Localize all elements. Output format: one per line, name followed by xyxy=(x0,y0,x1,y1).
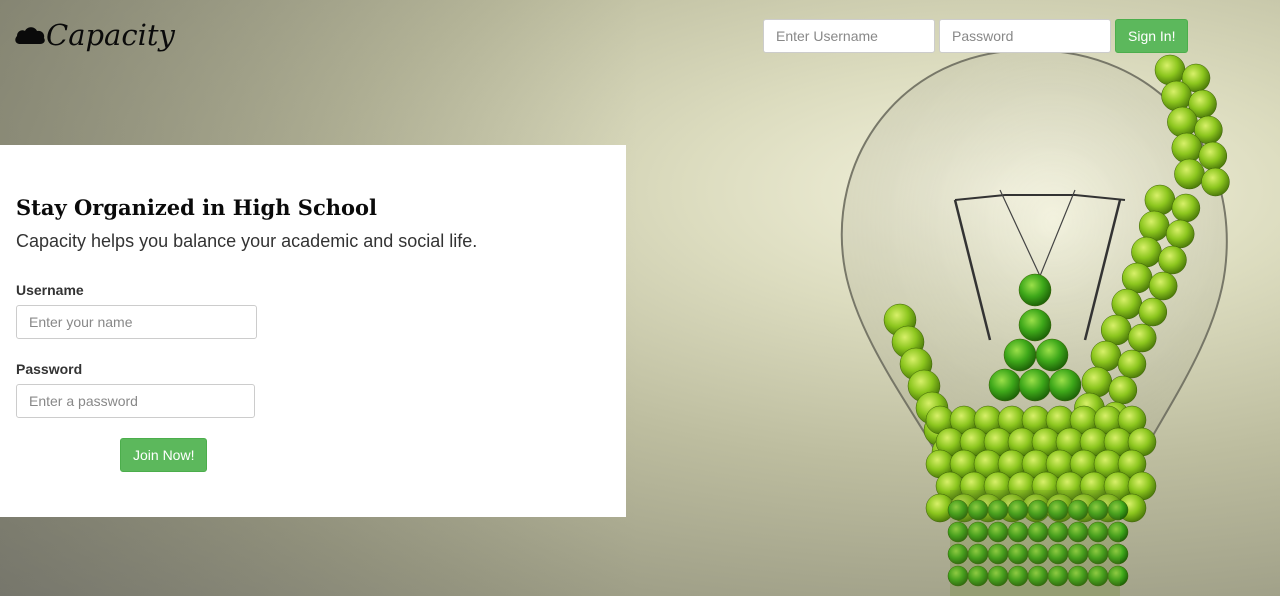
username-label: Username xyxy=(16,282,84,298)
signin-username-input[interactable] xyxy=(763,19,935,53)
brand-logo[interactable]: Capacity xyxy=(14,18,175,52)
signup-card: Stay Organized in High School Capacity h… xyxy=(0,145,626,517)
signin-button[interactable]: Sign In! xyxy=(1115,19,1189,53)
lightbulb-apples-image xyxy=(840,48,1230,596)
cloud-icon xyxy=(15,27,45,44)
join-now-button[interactable]: Join Now! xyxy=(120,438,208,472)
signin-password-input[interactable] xyxy=(939,19,1111,53)
brand-name: Capacity xyxy=(46,18,175,52)
signin-form: Sign In! xyxy=(763,19,1189,53)
username-input[interactable] xyxy=(16,305,257,339)
page-subtitle: Capacity helps you balance your academic… xyxy=(16,231,478,251)
password-label: Password xyxy=(16,361,83,377)
password-input[interactable] xyxy=(16,384,255,418)
page-title: Stay Organized in High School xyxy=(16,195,378,220)
